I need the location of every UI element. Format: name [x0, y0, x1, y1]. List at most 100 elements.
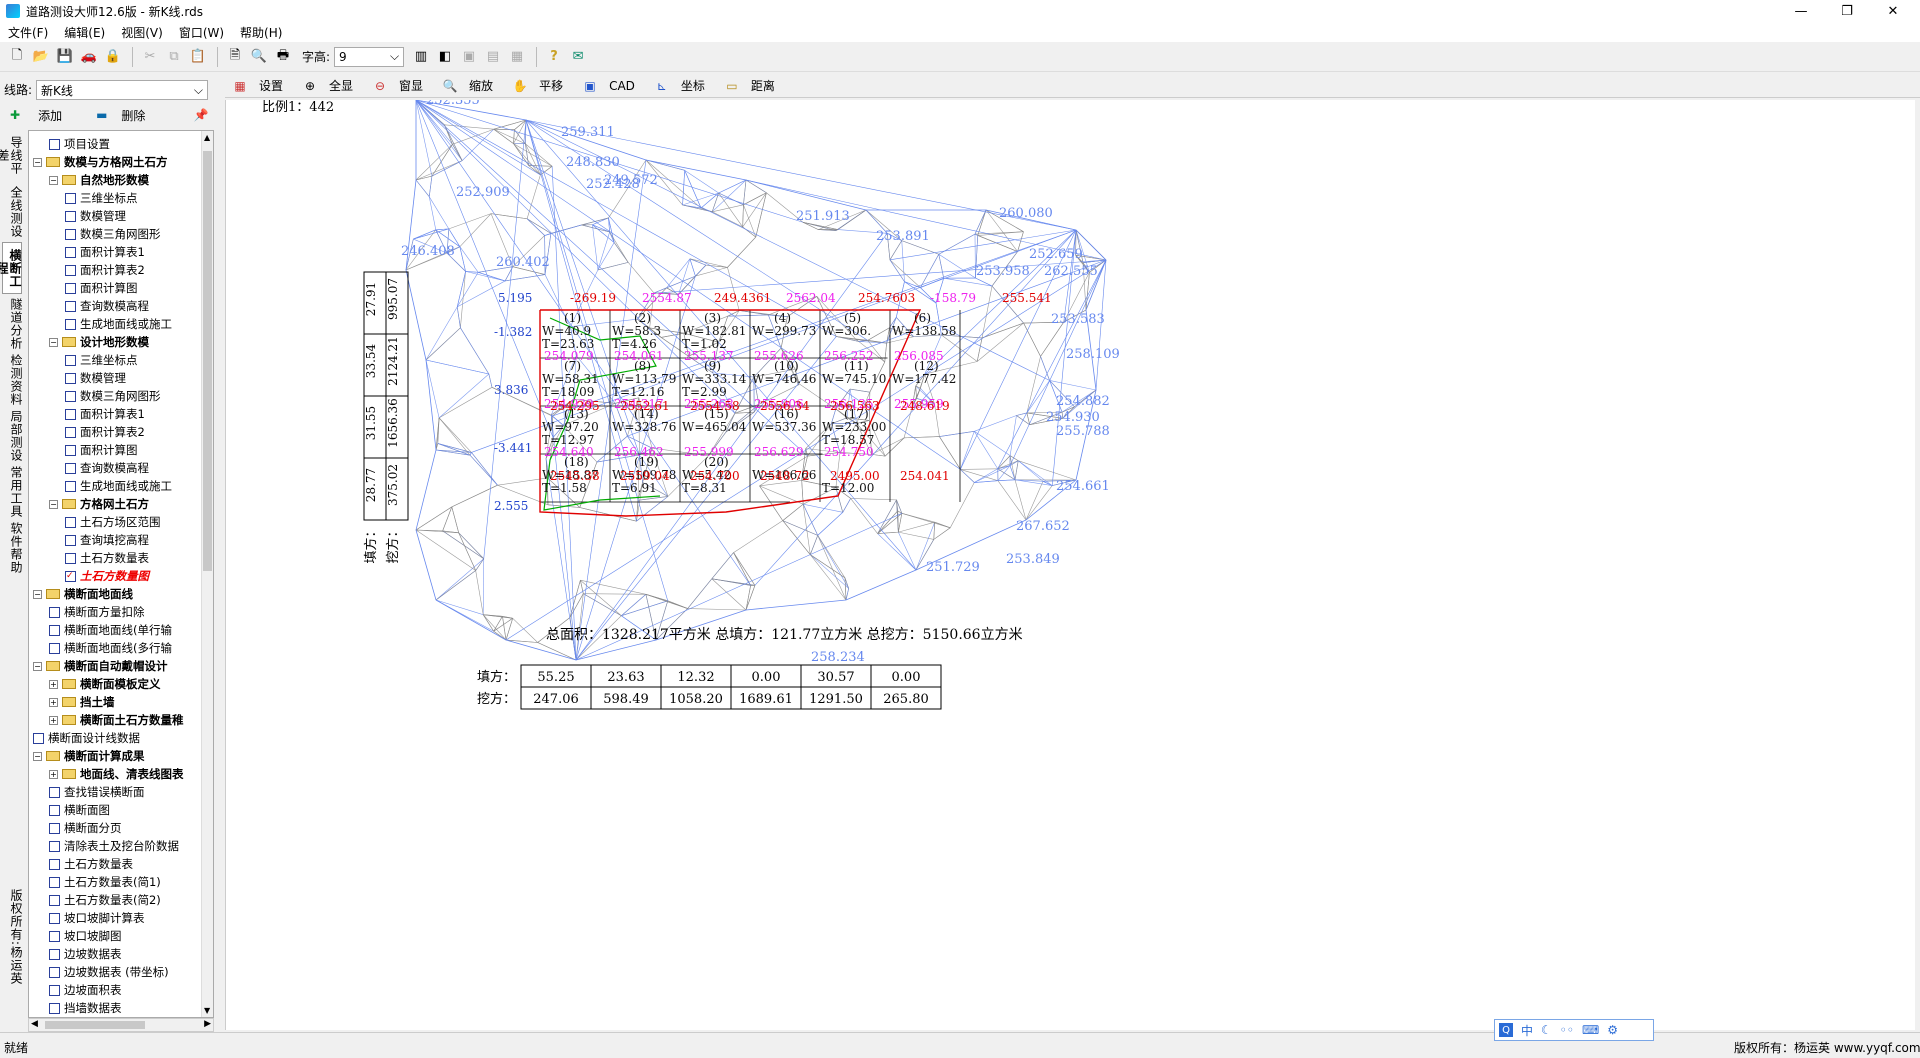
- checkbox-icon[interactable]: [49, 624, 60, 636]
- checkbox-icon[interactable]: [65, 552, 76, 564]
- checkbox-icon[interactable]: [49, 948, 60, 960]
- tree-item[interactable]: 生成地面线或施工: [65, 477, 172, 495]
- menu-window[interactable]: 窗口(W): [171, 24, 232, 41]
- checkbox-icon[interactable]: [65, 264, 76, 276]
- checkbox-icon[interactable]: [65, 462, 76, 474]
- tree-item[interactable]: 查询数模高程: [65, 459, 149, 477]
- vtab-tools[interactable]: 常用工具: [2, 466, 23, 518]
- panel-c-icon[interactable]: ▦: [506, 46, 528, 68]
- tree-item[interactable]: 面积计算表1: [65, 243, 145, 261]
- tree-item[interactable]: 坡口坡脚计算表: [49, 909, 145, 927]
- checkbox-icon[interactable]: [49, 876, 60, 888]
- menu-help[interactable]: 帮助(H): [232, 24, 290, 41]
- tree-item[interactable]: 边坡数据表 (带坐标): [49, 963, 169, 981]
- scroll-left-icon[interactable]: ◀: [31, 1019, 38, 1029]
- checkbox-icon[interactable]: [49, 840, 60, 852]
- tree-item[interactable]: ✓ 土石方数量图: [65, 567, 149, 585]
- cad-tool[interactable]: ▣ CAD: [581, 78, 635, 94]
- checkbox-icon[interactable]: [49, 804, 60, 816]
- tree-item[interactable]: 横断面设计线数据: [33, 729, 140, 747]
- panel-left-icon[interactable]: ◧: [434, 46, 456, 68]
- tree-item[interactable]: 数模三角网图形: [65, 225, 161, 243]
- tree-item[interactable]: 查询填挖高程: [65, 531, 149, 549]
- checkbox-icon[interactable]: [65, 372, 76, 384]
- checkbox-icon[interactable]: [65, 246, 76, 258]
- tree-item[interactable]: − 横断面地面线: [33, 585, 133, 603]
- checkbox-icon[interactable]: [65, 516, 76, 528]
- scroll-up-icon[interactable]: ▲: [204, 133, 210, 142]
- checkbox-icon[interactable]: [49, 138, 60, 150]
- checkbox-icon[interactable]: [65, 444, 76, 456]
- pin-icon[interactable]: 📌: [193, 108, 208, 122]
- tree-item[interactable]: 边坡面积表: [49, 981, 122, 999]
- tree-item[interactable]: 面积计算图: [65, 279, 138, 297]
- tree-item[interactable]: + 横断面模板定义: [49, 675, 161, 693]
- checkbox-icon[interactable]: [65, 426, 76, 438]
- minus-icon[interactable]: ▬: [96, 108, 107, 122]
- tree-item[interactable]: 土石方场区范围: [65, 513, 161, 531]
- tree-item[interactable]: 挡墙数据表: [49, 999, 122, 1017]
- checkbox-icon[interactable]: [65, 282, 76, 294]
- scroll-thumb[interactable]: [203, 151, 212, 571]
- tree-item[interactable]: 三维坐标点: [65, 189, 138, 207]
- tree-item[interactable]: 坡口坡脚图: [49, 927, 122, 945]
- tree-item[interactable]: 项目设置: [49, 135, 110, 153]
- checkbox-icon[interactable]: [65, 408, 76, 420]
- checkbox-icon[interactable]: [65, 228, 76, 240]
- ime-toolbar[interactable]: Q 中 ☾ ◦◦ ⌨ ⚙: [1494, 1019, 1654, 1041]
- scroll-right-icon[interactable]: ▶: [204, 1019, 211, 1029]
- checkbox-icon[interactable]: [33, 732, 44, 744]
- print-icon[interactable]: 🖶: [272, 46, 294, 68]
- close-button[interactable]: ✕: [1870, 0, 1916, 22]
- vtab-help[interactable]: 软件帮助: [2, 522, 23, 574]
- panel-b-icon[interactable]: ▤: [482, 46, 504, 68]
- tree-item[interactable]: + 横断面土石方数量稚: [49, 711, 184, 729]
- checkbox-icon[interactable]: [49, 966, 60, 978]
- expand-icon[interactable]: +: [49, 697, 58, 707]
- tree-item[interactable]: 三维坐标点: [65, 351, 138, 369]
- vtab-inspection[interactable]: 检测资料: [2, 354, 23, 406]
- tree-item[interactable]: 横断面地面线(单行输: [49, 621, 172, 639]
- checkbox-icon[interactable]: [65, 354, 76, 366]
- delete-button[interactable]: 删除: [121, 107, 145, 124]
- tree-item[interactable]: 横断面地面线(多行输: [49, 639, 172, 657]
- tree-item[interactable]: 横断面图: [49, 801, 110, 819]
- mail-icon[interactable]: ✉: [567, 46, 589, 68]
- tree-item[interactable]: 数模三角网图形: [65, 387, 161, 405]
- checkbox-icon[interactable]: [49, 606, 60, 618]
- collapse-icon[interactable]: −: [49, 337, 58, 347]
- tree-item[interactable]: 土石方数量表: [49, 855, 133, 873]
- vtab-local[interactable]: 局部测设: [2, 410, 23, 462]
- scroll-down-icon[interactable]: ▼: [204, 1006, 210, 1015]
- maximize-button[interactable]: ❐: [1824, 0, 1870, 22]
- tree-item[interactable]: 数模管理: [65, 369, 126, 387]
- vtab-cross-section[interactable]: 横断工程: [0, 242, 22, 294]
- coordinate-tool[interactable]: ⊾ 坐标: [653, 77, 705, 94]
- tree-item[interactable]: − 设计地形数模: [49, 333, 149, 351]
- checkbox-icon[interactable]: [65, 300, 76, 312]
- tree-horizontal-scrollbar[interactable]: ◀ ▶: [28, 1018, 214, 1032]
- collapse-icon[interactable]: −: [49, 175, 58, 185]
- expand-icon[interactable]: +: [49, 715, 58, 725]
- collapse-icon[interactable]: −: [49, 499, 58, 509]
- tree-item[interactable]: 横断面方量扣除: [49, 603, 145, 621]
- open-folder-icon[interactable]: 📂: [30, 46, 52, 68]
- checkbox-icon[interactable]: [49, 930, 60, 942]
- tree-item[interactable]: 土石方数量表: [65, 549, 149, 567]
- collapse-icon[interactable]: −: [33, 589, 42, 599]
- tree-item[interactable]: 横断面分页: [49, 819, 122, 837]
- tree-item[interactable]: 查找错误横断面: [49, 783, 145, 801]
- collapse-icon[interactable]: −: [33, 661, 42, 671]
- checkbox-icon[interactable]: [65, 390, 76, 402]
- distance-tool[interactable]: ▭ 距离: [723, 77, 775, 94]
- tree-item[interactable]: − 横断面自动戴帽设计: [33, 657, 168, 675]
- tree-item[interactable]: + 地面线、清表线图表: [49, 765, 184, 783]
- scroll-h-thumb[interactable]: [45, 1021, 145, 1029]
- tree-item[interactable]: 面积计算表2: [65, 423, 145, 441]
- tree-item[interactable]: − 横断面计算成果: [33, 747, 145, 765]
- checkbox-icon[interactable]: [49, 642, 60, 654]
- paste-icon[interactable]: 📋: [187, 46, 209, 68]
- checkbox-icon[interactable]: [65, 192, 76, 204]
- checkbox-icon[interactable]: [65, 534, 76, 546]
- checkbox-icon[interactable]: [49, 894, 60, 906]
